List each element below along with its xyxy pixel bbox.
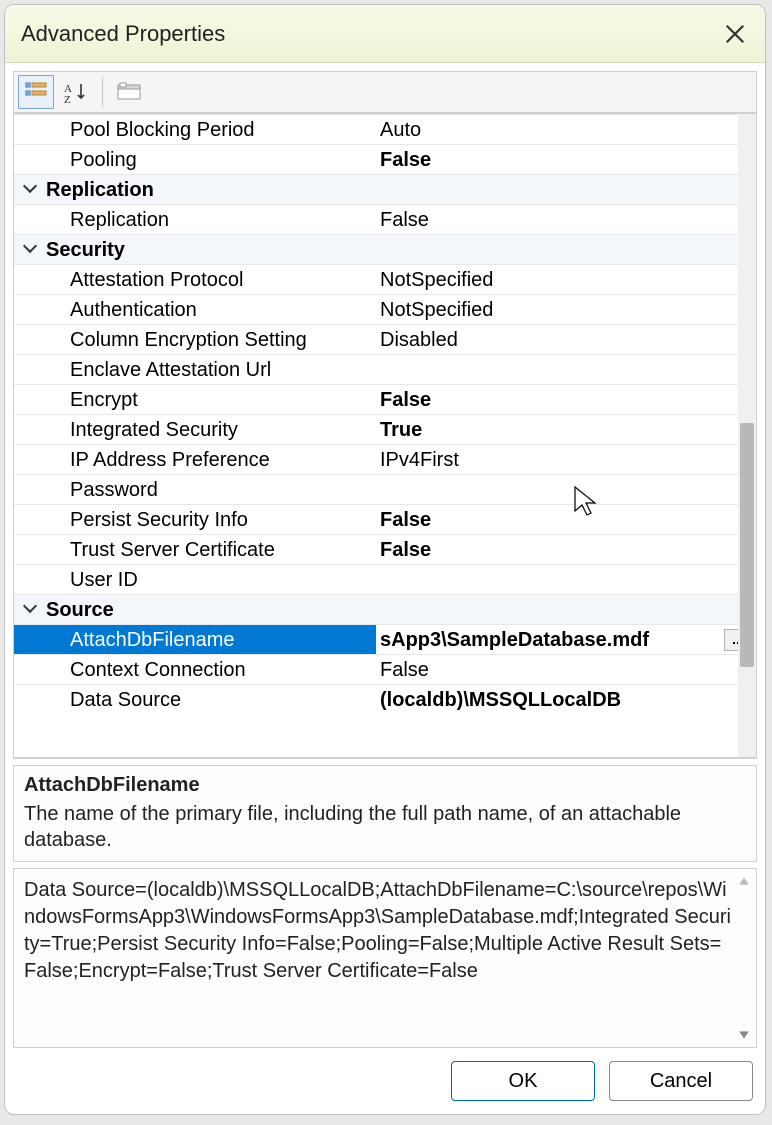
row-user-id[interactable]: User ID [14, 564, 756, 594]
dialog-buttons: OK Cancel [5, 1048, 765, 1114]
prop-value[interactable]: False [376, 505, 756, 534]
scroll-down-button[interactable] [736, 1027, 752, 1043]
row-integrated-security[interactable]: Integrated SecurityTrue [14, 414, 756, 444]
prop-value[interactable]: False [376, 145, 756, 174]
prop-value[interactable]: False [376, 205, 756, 234]
prop-label: Pool Blocking Period [46, 115, 376, 144]
chevron-down-icon [23, 239, 37, 253]
category-source[interactable]: Source [14, 594, 756, 624]
triangle-down-icon [738, 1029, 750, 1041]
categorized-button[interactable] [18, 75, 54, 109]
row-pooling[interactable]: PoolingFalse [14, 144, 756, 174]
property-pages-icon [116, 81, 142, 103]
prop-value[interactable] [376, 565, 756, 594]
alphabetical-button[interactable]: A Z [58, 75, 94, 109]
property-toolbar: A Z [13, 71, 757, 113]
category-replication[interactable]: Replication [14, 174, 756, 204]
prop-value[interactable]: True [376, 415, 756, 444]
prop-label: Authentication [46, 295, 376, 324]
row-enclave-attestation-url[interactable]: Enclave Attestation Url [14, 354, 756, 384]
prop-value[interactable] [376, 475, 756, 504]
row-replication[interactable]: ReplicationFalse [14, 204, 756, 234]
prop-value[interactable]: NotSpecified [376, 295, 756, 324]
dialog-title: Advanced Properties [21, 21, 721, 47]
prop-label: Password [46, 475, 376, 504]
category-label: Security [46, 235, 376, 264]
expand-toggle[interactable] [14, 235, 46, 264]
expand-toggle[interactable] [14, 595, 46, 624]
row-context-connection[interactable]: Context ConnectionFalse [14, 654, 756, 684]
prop-label: Integrated Security [46, 415, 376, 444]
expand-toggle[interactable] [14, 175, 46, 204]
prop-label: Pooling [46, 145, 376, 174]
prop-label: IP Address Preference [46, 445, 376, 474]
category-security[interactable]: Security [14, 234, 756, 264]
prop-value[interactable]: False [376, 535, 756, 564]
property-pages-button[interactable] [111, 75, 147, 109]
row-password[interactable]: Password [14, 474, 756, 504]
prop-label: Column Encryption Setting [46, 325, 376, 354]
prop-label: Encrypt [46, 385, 376, 414]
prop-label: User ID [46, 565, 376, 594]
description-body: The name of the primary file, including … [24, 801, 746, 853]
category-label: Source [46, 595, 376, 624]
row-column-encryption-setting[interactable]: Column Encryption SettingDisabled [14, 324, 756, 354]
row-data-source[interactable]: Data Source(localdb)\MSSQLLocalDB [14, 684, 756, 714]
close-icon [724, 23, 746, 45]
connection-string-box[interactable]: Data Source=(localdb)\MSSQLLocalDB;Attac… [13, 868, 757, 1048]
dialog-window: Advanced Properties A Z [4, 4, 766, 1115]
row-encrypt[interactable]: EncryptFalse [14, 384, 756, 414]
prop-value[interactable]: (localdb)\MSSQLLocalDB [376, 685, 756, 714]
scroll-up-button[interactable] [736, 873, 752, 889]
row-authentication[interactable]: AuthenticationNotSpecified [14, 294, 756, 324]
row-attestation-protocol[interactable]: Attestation ProtocolNotSpecified [14, 264, 756, 294]
property-grid-rows[interactable]: Pool Blocking PeriodAuto PoolingFalse Re… [14, 114, 756, 758]
row-attach-db-filename[interactable]: AttachDbFilenamesApp3\SampleDatabase.mdf… [14, 624, 756, 654]
connstr-scroll [736, 873, 754, 1043]
prop-value[interactable]: False [376, 385, 756, 414]
prop-value[interactable]: sApp3\SampleDatabase.mdf... [376, 625, 756, 654]
chevron-down-icon [23, 599, 37, 613]
prop-value[interactable]: NotSpecified [376, 265, 756, 294]
scrollbar-thumb[interactable] [740, 423, 754, 667]
prop-label: Context Connection [46, 655, 376, 684]
prop-label: Persist Security Info [46, 505, 376, 534]
prop-label: Replication [46, 205, 376, 234]
row-pool-blocking-period[interactable]: Pool Blocking PeriodAuto [14, 114, 756, 144]
svg-text:Z: Z [64, 94, 71, 103]
grid-scrollbar[interactable] [738, 114, 756, 757]
alphabetical-icon: A Z [64, 81, 88, 103]
chevron-down-icon [23, 179, 37, 193]
description-title: AttachDbFilename [24, 774, 746, 797]
row-trust-server-certificate[interactable]: Trust Server CertificateFalse [14, 534, 756, 564]
close-button[interactable] [721, 20, 749, 48]
description-pane: AttachDbFilename The name of the primary… [13, 765, 757, 862]
prop-value[interactable]: Auto [376, 115, 756, 144]
prop-value[interactable] [376, 355, 756, 384]
prop-label: Attestation Protocol [46, 265, 376, 294]
connection-string-text: Data Source=(localdb)\MSSQLLocalDB;Attac… [24, 879, 731, 982]
prop-label: Enclave Attestation Url [46, 355, 376, 384]
category-label: Replication [46, 175, 376, 204]
titlebar: Advanced Properties [5, 5, 765, 63]
prop-label: Data Source [46, 685, 376, 714]
row-ip-address-preference[interactable]: IP Address PreferenceIPv4First [14, 444, 756, 474]
ok-button[interactable]: OK [451, 1061, 595, 1101]
prop-label: AttachDbFilename [46, 625, 376, 654]
triangle-up-icon [738, 875, 750, 887]
cancel-button[interactable]: Cancel [609, 1061, 753, 1101]
toolbar-separator [102, 77, 103, 107]
row-persist-security-info[interactable]: Persist Security InfoFalse [14, 504, 756, 534]
prop-label: Trust Server Certificate [46, 535, 376, 564]
prop-value[interactable]: False [376, 655, 756, 684]
prop-value[interactable]: IPv4First [376, 445, 756, 474]
prop-value[interactable]: Disabled [376, 325, 756, 354]
categorized-icon [24, 81, 48, 103]
property-grid: Pool Blocking PeriodAuto PoolingFalse Re… [13, 113, 757, 759]
